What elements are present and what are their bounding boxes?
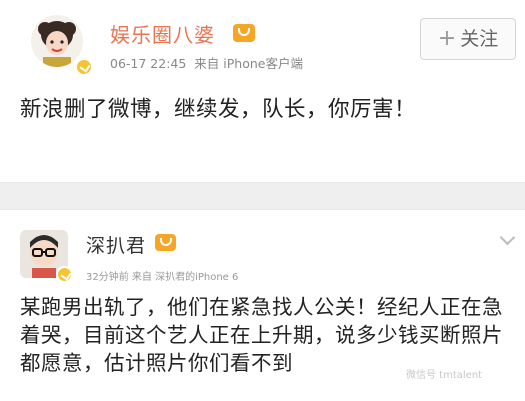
post-time-1: 06-17 22:45 来自 iPhone客户端 [110,53,303,72]
user-avatar-1[interactable] [31,15,83,67]
weibo-post-1: 娱乐圈八婆 06-17 22:45 来自 iPhone客户端 + 关注 新浪删了微… [0,0,525,182]
member-crown-icon [155,234,176,251]
verified-badge-icon [56,266,73,283]
username-2[interactable]: 深扒君 [86,231,146,258]
follow-label: 关注 [460,28,499,50]
username-1[interactable]: 娱乐圈八婆 [110,19,215,48]
post-timestamp: 06-17 22:45 [110,56,187,71]
post-source[interactable]: 来自 iPhone客户端 [194,56,303,71]
post-text-1: 新浪删了微博，继续发，队长，你厉害！ [20,97,417,122]
follow-button[interactable]: + 关注 [420,18,516,60]
member-crown-icon [233,24,255,42]
post-text-2: 某跑男出轨了，他们在紧急找人公关！经纪人正在急着哭，目前这个艺人正在上升期，说多… [20,295,503,375]
plus-icon: + [437,26,457,51]
feed-divider [0,182,525,210]
post-meta-2: 32分钟前 来自 深扒君的iPhone 6 [86,272,239,283]
watermark: 微信号 tmtalent [406,370,483,381]
verified-badge-icon [75,58,93,76]
